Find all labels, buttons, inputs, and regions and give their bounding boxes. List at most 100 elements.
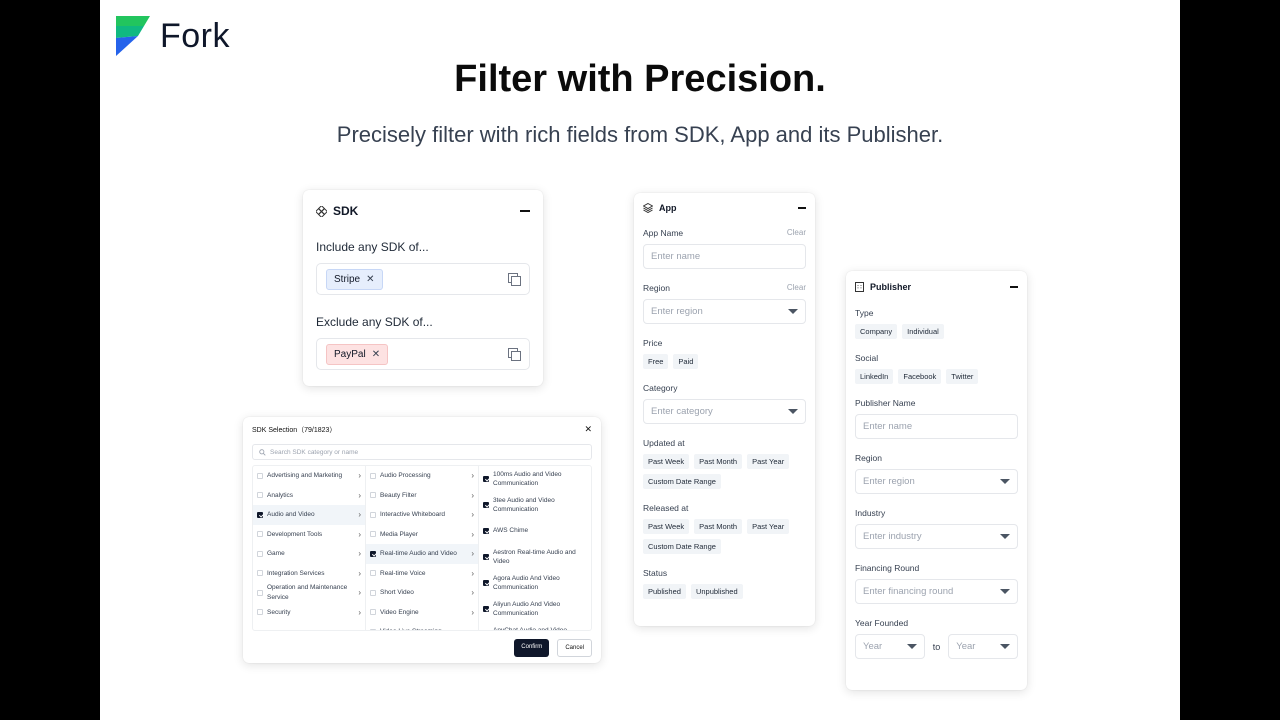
filter-tag[interactable]: Twitter (946, 369, 979, 384)
list-item[interactable]: Agora Audio And Video Communication (479, 570, 591, 596)
checkbox[interactable] (257, 570, 263, 577)
list-item[interactable]: Interactive Whiteboard › (366, 505, 478, 525)
exclude-sdk-chip[interactable]: PayPal ✕ (326, 343, 389, 365)
publisher-name-label: Publisher Name (855, 398, 1018, 408)
list-item[interactable]: Video Live Streaming › (366, 622, 478, 630)
checkbox[interactable] (370, 472, 376, 479)
close-icon[interactable]: ✕ (584, 424, 592, 435)
checkbox[interactable] (483, 528, 489, 534)
exclude-sdk-field[interactable]: PayPal ✕ (316, 338, 530, 370)
list-item[interactable]: Media Player › (366, 525, 478, 545)
list-item[interactable]: Integration Services › (253, 564, 365, 584)
list-item[interactable]: 3tee Audio and Video Communication (479, 492, 591, 518)
filter-tag[interactable]: Past Week (643, 454, 690, 469)
financing-label-text: Financing Round (855, 563, 920, 573)
checkbox[interactable] (370, 570, 376, 577)
list-item[interactable]: Audio Processing › (366, 466, 478, 486)
filter-tag[interactable]: Company (855, 324, 898, 339)
app-name-input[interactable]: Enter name (643, 244, 806, 269)
list-item-label: Real-time Voice (380, 569, 426, 577)
checkbox[interactable] (257, 589, 263, 596)
filter-tag[interactable]: Paid (673, 354, 699, 369)
year-to-select[interactable]: Year (948, 634, 1018, 659)
remove-chip-icon[interactable]: ✕ (366, 274, 374, 285)
checkbox[interactable] (257, 511, 263, 518)
year-from-select[interactable]: Year (855, 634, 925, 659)
filter-tag[interactable]: Unpublished (690, 584, 743, 599)
checkbox[interactable] (370, 589, 376, 596)
price-label-text: Price (643, 338, 663, 348)
list-item[interactable]: Audio and Video › (253, 505, 365, 525)
list-item[interactable]: Beauty Filter › (366, 486, 478, 506)
cancel-button[interactable]: Cancel (557, 639, 592, 657)
list-item[interactable]: AnyChat Audio and Video Communication (479, 622, 591, 631)
publisher-region-select[interactable]: Enter region (855, 469, 1018, 494)
remove-chip-icon[interactable]: ✕ (372, 349, 380, 360)
checkbox[interactable] (483, 554, 489, 560)
filter-tag[interactable]: Facebook (898, 369, 942, 384)
list-item[interactable]: Operation and Maintenance Service › (253, 583, 365, 603)
list-item[interactable]: Development Tools › (253, 525, 365, 545)
sdk-search-input[interactable]: Search SDK category or name (252, 444, 592, 460)
filter-tag[interactable]: Published (643, 584, 686, 599)
include-sdk-field[interactable]: Stripe ✕ (316, 263, 530, 295)
checkbox[interactable] (483, 606, 489, 612)
financing-round-select[interactable]: Enter financing round (855, 579, 1018, 604)
confirm-button[interactable]: Confirm (514, 639, 550, 657)
filter-tag[interactable]: Past Month (694, 519, 743, 534)
filter-tag[interactable]: Past Month (694, 454, 743, 469)
publisher-name-section: Publisher Name Enter name (855, 398, 1018, 439)
list-item[interactable]: 100ms Audio and Video Communication (479, 466, 591, 492)
include-sdk-chip[interactable]: Stripe ✕ (326, 268, 383, 290)
publisher-card-header: Publisher (855, 282, 1018, 292)
checkbox[interactable] (257, 492, 263, 499)
list-item[interactable]: Real-time Voice › (366, 564, 478, 584)
region-select[interactable]: Enter region (643, 299, 806, 324)
checkbox[interactable] (483, 476, 489, 482)
checkbox[interactable] (483, 502, 489, 508)
filter-tag[interactable]: Custom Date Range (643, 539, 721, 554)
collapse-icon[interactable] (520, 210, 530, 212)
chevron-right-icon: › (471, 588, 474, 597)
filter-tag[interactable]: Individual (902, 324, 944, 339)
checkbox[interactable] (370, 531, 376, 538)
list-item[interactable]: Aliyun Audio And Video Communication (479, 596, 591, 622)
checkbox[interactable] (370, 511, 376, 518)
clear-region-link[interactable]: Clear (787, 283, 806, 293)
status-section: Status Published Unpublished (643, 568, 806, 599)
industry-select[interactable]: Enter industry (855, 524, 1018, 549)
checkbox[interactable] (257, 550, 263, 557)
copy-icon[interactable] (508, 273, 521, 286)
collapse-icon[interactable] (798, 207, 806, 209)
list-item[interactable]: Advertising and Marketing › (253, 466, 365, 486)
list-item[interactable]: Short Video › (366, 583, 478, 603)
list-item[interactable]: Video Engine › (366, 603, 478, 623)
copy-icon[interactable] (508, 348, 521, 361)
checkbox[interactable] (257, 609, 263, 616)
list-item[interactable]: Aestron Real-time Audio and Video (479, 544, 591, 570)
filter-tag[interactable]: Free (643, 354, 669, 369)
list-item[interactable]: AWS Chime (479, 518, 591, 544)
publisher-name-input[interactable]: Enter name (855, 414, 1018, 439)
list-item[interactable]: Game › (253, 544, 365, 564)
filter-tag[interactable]: Past Year (747, 454, 790, 469)
social-label: Social (855, 353, 1018, 363)
checkbox[interactable] (257, 531, 263, 538)
filter-tag[interactable]: Custom Date Range (643, 474, 721, 489)
checkbox[interactable] (257, 472, 263, 479)
filter-tag[interactable]: Past Week (643, 519, 690, 534)
checkbox[interactable] (370, 609, 376, 616)
list-item[interactable]: Real-time Audio and Video › (366, 544, 478, 564)
clear-app-name-link[interactable]: Clear (787, 228, 806, 238)
checkbox[interactable] (483, 580, 489, 586)
list-item[interactable]: Security › (253, 603, 365, 623)
filter-tag[interactable]: Past Year (747, 519, 790, 534)
checkbox[interactable] (370, 550, 376, 557)
collapse-icon[interactable] (1010, 286, 1018, 288)
filter-tag[interactable]: LinkedIn (855, 369, 894, 384)
list-item[interactable]: Analytics › (253, 486, 365, 506)
category-select[interactable]: Enter category (643, 399, 806, 424)
checkbox[interactable] (370, 628, 376, 630)
checkbox[interactable] (370, 492, 376, 499)
list-item-label: Audio Processing (380, 472, 431, 479)
